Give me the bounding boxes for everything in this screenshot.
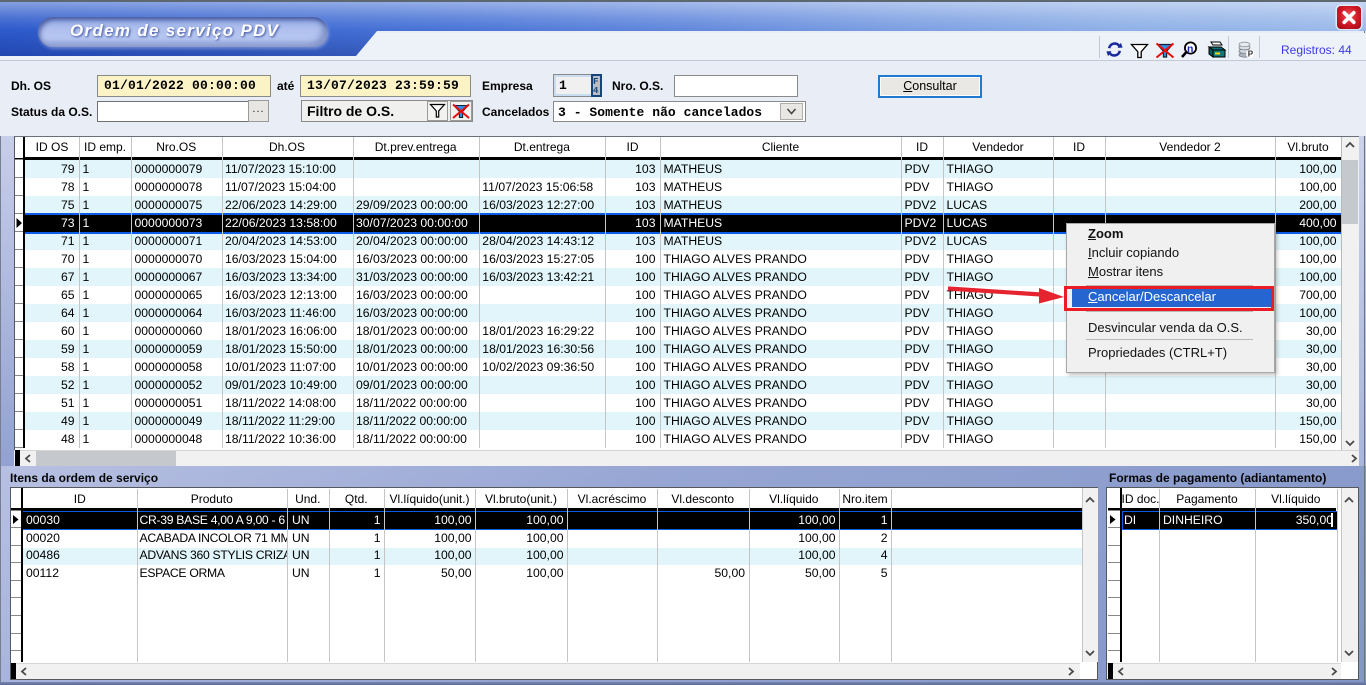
svg-text:P: P: [1248, 50, 1254, 59]
svg-text:4: 4: [593, 86, 599, 95]
svg-text:n: n: [1187, 43, 1193, 55]
